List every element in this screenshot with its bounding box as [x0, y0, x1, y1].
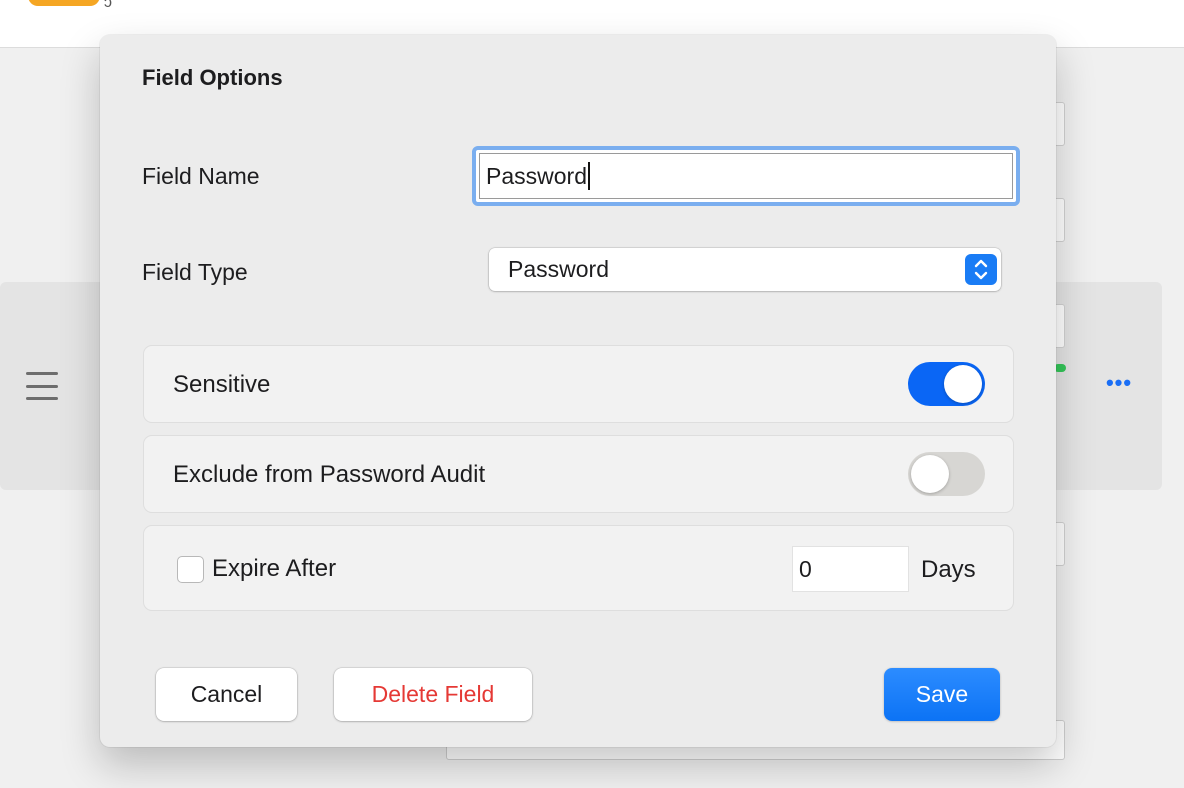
- expire-after-checkbox[interactable]: [177, 556, 204, 583]
- field-type-select[interactable]: Password: [489, 248, 1001, 291]
- exclude-audit-label: Exclude from Password Audit: [173, 461, 486, 488]
- field-type-label: Field Type: [142, 259, 248, 285]
- background-field-edge: [1056, 304, 1065, 348]
- background-toolbar-icon: ↄ: [104, 0, 112, 11]
- expire-days-input[interactable]: 0: [792, 546, 909, 592]
- field-name-value: Password: [486, 162, 587, 189]
- expire-after-row: Expire After 0 Days: [143, 525, 1014, 611]
- sensitive-toggle[interactable]: [908, 362, 985, 406]
- delete-field-button[interactable]: Delete Field: [334, 668, 532, 721]
- field-name-label: Field Name: [142, 163, 260, 189]
- sensitive-label: Sensitive: [173, 371, 271, 398]
- background-orange-badge: [28, 0, 100, 6]
- hamburger-icon[interactable]: [26, 372, 58, 400]
- exclude-audit-row: Exclude from Password Audit: [143, 435, 1014, 513]
- expire-after-label[interactable]: Expire After: [212, 555, 336, 583]
- days-unit-label: Days: [921, 556, 976, 583]
- dialog-title: Field Options: [142, 65, 283, 90]
- expire-days-value: 0: [799, 555, 812, 582]
- background-field-edge: [1056, 102, 1065, 146]
- background-field-edge: [1056, 198, 1065, 242]
- save-button[interactable]: Save: [884, 668, 1000, 721]
- toggle-knob: [911, 455, 949, 493]
- cancel-button[interactable]: Cancel: [156, 668, 297, 721]
- chevron-up-down-icon: [965, 254, 997, 285]
- background-field-edge: [1056, 522, 1065, 566]
- field-options-dialog: Field Options Field Name Password Field …: [100, 35, 1056, 747]
- text-caret: [587, 162, 590, 190]
- field-type-value: Password: [508, 256, 609, 282]
- ellipsis-icon[interactable]: •••: [1102, 370, 1136, 395]
- field-name-input[interactable]: Password: [472, 146, 1020, 206]
- sensitive-row: Sensitive: [143, 345, 1014, 423]
- toggle-knob: [944, 365, 982, 403]
- exclude-audit-toggle[interactable]: [908, 452, 985, 496]
